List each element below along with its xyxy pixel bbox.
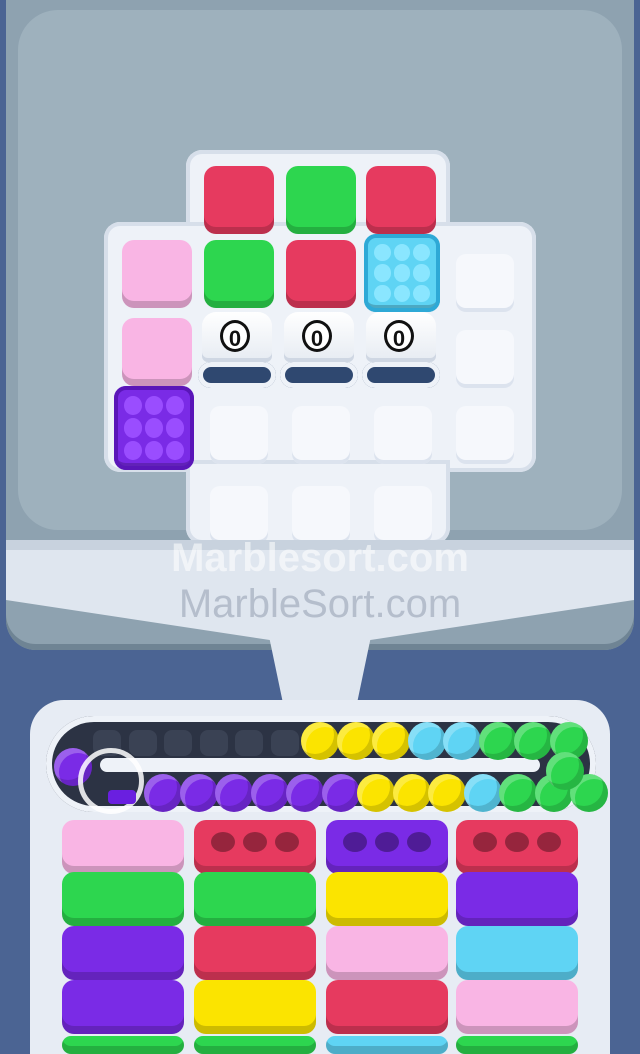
marble-green <box>514 722 552 760</box>
marble-purple <box>144 774 182 812</box>
storage-bin-top-red[interactable] <box>456 820 578 874</box>
storage-bin-top-red[interactable] <box>194 820 316 874</box>
marble-cyan <box>443 722 481 760</box>
conveyor-empty-seat <box>128 730 157 756</box>
cup-2[interactable]: 0 <box>280 312 358 388</box>
bin-holes <box>456 820 578 852</box>
marble-purple <box>321 774 360 812</box>
cup-base <box>362 362 440 388</box>
block-green[interactable] <box>204 240 274 308</box>
grid-slot <box>292 406 350 464</box>
bin-holes <box>194 820 316 852</box>
marble-purple <box>286 774 324 812</box>
storage-bin-purple <box>62 926 184 980</box>
conveyor-empty-seat <box>270 730 299 756</box>
storage-bin-green <box>194 1036 316 1054</box>
storage-bin-yellow <box>194 980 316 1034</box>
marble-purple <box>250 774 289 812</box>
marble-yellow <box>357 774 395 812</box>
grid-slot <box>374 406 432 464</box>
conveyor-ring-icon <box>78 748 144 814</box>
storage-bin-pink <box>326 926 448 980</box>
storage-bin-pink <box>456 980 578 1034</box>
block-pink[interactable] <box>122 240 192 308</box>
storage-bin-red <box>194 926 316 980</box>
conveyor-empty-seat <box>164 730 192 756</box>
marble-yellow <box>301 722 339 760</box>
storage-bin-green <box>194 872 316 926</box>
marble-cyan <box>463 774 502 812</box>
marble-yellow <box>428 774 466 812</box>
storage-bin-cyan <box>456 926 578 980</box>
grid-slot <box>456 254 514 312</box>
grid-slot <box>210 406 268 464</box>
storage-bin-top-pink[interactable] <box>62 820 184 874</box>
bin-holes <box>326 820 448 852</box>
cup-3[interactable]: 0 <box>362 312 440 388</box>
marble-green <box>546 752 584 790</box>
storage-bin-yellow <box>326 872 448 926</box>
grid-slot <box>456 406 514 464</box>
cup-base <box>198 362 276 388</box>
marble-yellow <box>392 774 431 812</box>
storage-bin-top-purple[interactable] <box>326 820 448 874</box>
block-red[interactable] <box>204 166 274 234</box>
grid-slot <box>456 330 514 388</box>
storage-bin-green <box>62 1036 184 1054</box>
marble-green <box>478 722 517 760</box>
marble-purple <box>215 774 253 812</box>
storage-bin-green <box>456 1036 578 1054</box>
storage-bin-cyan <box>326 1036 448 1054</box>
marble-yellow <box>372 722 410 760</box>
marble-cyan <box>407 722 446 760</box>
watermark-primary: Marblesort.com <box>171 536 469 580</box>
marble-green <box>499 774 537 812</box>
marble-purple <box>179 774 218 812</box>
conveyor-empty-seat <box>235 730 263 756</box>
cup-count: 0 <box>384 320 414 352</box>
marble-block-cyan[interactable] <box>364 234 440 312</box>
cup-1[interactable]: 0 <box>198 312 276 388</box>
marble-block-purple[interactable] <box>114 386 194 470</box>
cup-base <box>280 362 358 388</box>
storage-bin-purple <box>456 872 578 926</box>
block-red[interactable] <box>286 240 356 308</box>
block-red[interactable] <box>366 166 436 234</box>
watermark-secondary: MarbleSort.com <box>178 582 462 626</box>
conveyor-empty-seat <box>199 730 228 756</box>
block-green[interactable] <box>286 166 356 234</box>
conveyor-marker <box>108 790 136 804</box>
block-pink[interactable] <box>122 318 192 386</box>
cup-count: 0 <box>220 320 250 352</box>
storage-bin-purple <box>62 980 184 1034</box>
storage-bin-red <box>326 980 448 1034</box>
storage-bin-green <box>62 872 184 926</box>
marble-yellow <box>336 722 375 760</box>
cup-count: 0 <box>302 320 332 352</box>
conveyor-divider <box>100 758 540 772</box>
